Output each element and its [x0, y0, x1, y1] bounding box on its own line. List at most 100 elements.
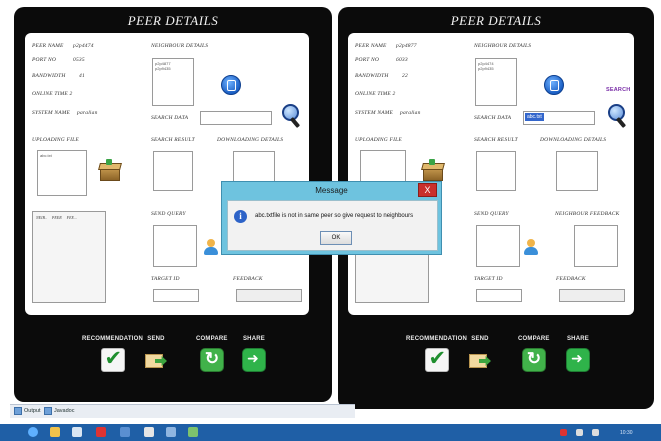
downloading-details-list[interactable] — [556, 151, 598, 191]
upload-box-icon[interactable] — [98, 159, 122, 181]
feedback-input[interactable] — [559, 289, 625, 302]
search-result-list[interactable] — [153, 151, 193, 191]
peer-name-value: p2p4474 — [73, 43, 94, 49]
network-icon[interactable] — [221, 75, 241, 95]
bandwidth-value: 22 — [402, 73, 408, 79]
dialog-body: i abc.txtfile is not in same peer so giv… — [227, 200, 438, 251]
table-header-cell[interactable]: NEIB.. — [36, 215, 47, 220]
clock[interactable]: 10:30 — [620, 430, 633, 436]
peer-details-panel: PEER NAME p2p4877 PORT NO 6033 BANDWIDTH… — [348, 33, 634, 315]
share-button[interactable]: SHARE — [242, 336, 266, 372]
search-data-input[interactable] — [200, 111, 272, 125]
online-time-label: ONLINE TIME 2 — [32, 91, 73, 97]
system-name-label: SYSTEM NAME — [32, 110, 71, 116]
users-icon[interactable] — [524, 237, 546, 259]
search-icon[interactable] — [606, 103, 628, 129]
share-label: SHARE — [566, 336, 589, 342]
compare-button[interactable]: COMPARE — [196, 336, 228, 372]
folder-icon[interactable] — [50, 427, 60, 437]
target-id-input[interactable] — [153, 289, 199, 302]
bandwidth-label: BANDWIDTH — [355, 73, 389, 79]
search-label[interactable]: SEARCH — [606, 87, 630, 93]
search-result-label: SEARCH RESULT — [474, 137, 518, 143]
send-button[interactable]: SEND — [145, 336, 167, 370]
network-tray-icon[interactable] — [576, 429, 583, 436]
javadoc-tab-label: Javadoc — [54, 408, 75, 414]
dialog-title: Message — [315, 186, 348, 195]
uploading-file-item[interactable]: abc.txt — [40, 153, 84, 158]
output-tab[interactable]: Output — [14, 407, 41, 415]
javadoc-tab[interactable]: Javadoc — [44, 407, 75, 415]
send-button[interactable]: SEND — [469, 336, 491, 370]
downloading-details-label: DOWNLOADING DETAILS — [217, 137, 284, 143]
close-button[interactable]: X — [418, 183, 437, 197]
send-label: SEND — [471, 336, 489, 342]
feedback-input[interactable] — [236, 289, 302, 302]
search-result-list[interactable] — [476, 151, 516, 191]
neighbour-details-label: NEIGHBOUR DETAILS — [474, 43, 532, 49]
bandwidth-value: 41 — [79, 73, 85, 79]
bandwidth-label: BANDWIDTH — [32, 73, 66, 79]
send-query-label: SEND QUERY — [151, 211, 186, 217]
target-id-label: TARGET ID — [151, 276, 180, 282]
uploading-file-list[interactable]: abc.txt — [37, 150, 87, 196]
output-icon — [14, 407, 22, 415]
upload-box-icon[interactable] — [421, 159, 445, 181]
refresh-icon — [521, 348, 546, 372]
search-data-value[interactable]: abc.txt — [525, 113, 544, 121]
checkmark-icon — [424, 346, 449, 372]
recommendation-button[interactable]: RECOMMENDATION — [406, 336, 467, 372]
send-query-input[interactable] — [476, 225, 520, 267]
neighbour-list[interactable]: p2p4474 p2p9435 — [475, 58, 517, 106]
app-icon[interactable] — [72, 427, 82, 437]
peer-name-label: PEER NAME — [355, 43, 387, 49]
share-button[interactable]: SHARE — [566, 336, 590, 372]
target-id-label: TARGET ID — [474, 276, 503, 282]
send-label: SEND — [147, 336, 165, 342]
flag-icon[interactable] — [560, 429, 567, 436]
ie-icon[interactable] — [28, 427, 38, 437]
port-no-value: 0535 — [73, 57, 85, 63]
online-time-label: ONLINE TIME 2 — [355, 91, 396, 97]
ok-button[interactable]: OK — [320, 231, 352, 245]
send-query-input[interactable] — [153, 225, 197, 267]
table-header-cell[interactable]: FEE... — [67, 215, 77, 220]
system-name-value: paralian — [77, 110, 98, 116]
share-arrow-icon — [242, 348, 266, 372]
neighbour-item[interactable]: p2p9435 — [478, 66, 514, 71]
feedback-label: FEEDBACK — [233, 276, 263, 282]
recommendation-button[interactable]: RECOMMENDATION — [82, 336, 143, 372]
recommendation-label: RECOMMENDATION — [82, 336, 144, 342]
program-icon[interactable] — [188, 427, 198, 437]
neighbour-item[interactable]: p2p9435 — [155, 66, 191, 71]
compare-button[interactable]: COMPARE — [518, 336, 550, 372]
window-title: PEER DETAILS — [127, 13, 219, 28]
neighbour-list[interactable]: p2p4877 p2p9435 — [152, 58, 194, 106]
window-icon[interactable] — [166, 427, 176, 437]
send-envelope-icon — [469, 348, 491, 370]
send-envelope-icon — [145, 348, 167, 370]
volume-icon[interactable] — [592, 429, 599, 436]
peer-details-panel: PEER NAME p2p4474 PORT NO 0535 BANDWIDTH… — [25, 33, 309, 315]
network-icon[interactable] — [544, 75, 564, 95]
target-id-input[interactable] — [476, 289, 522, 302]
javadoc-icon — [44, 407, 52, 415]
dialog-message: abc.txtfile is not in same peer so give … — [255, 213, 414, 219]
taskbar: 10:30 — [0, 424, 661, 441]
compare-label: COMPARE — [196, 336, 228, 342]
neighbour-details-label: NEIGHBOUR DETAILS — [151, 43, 209, 49]
recommendation-label: RECOMMENDATION — [406, 336, 468, 342]
message-dialog: Message X i abc.txtfile is not in same p… — [221, 181, 442, 255]
neighbour-table[interactable]: NEIB.. PEER FEE... — [32, 211, 106, 303]
neighbour-feedback-label: NEIGHBOUR FEEDBACK — [555, 211, 620, 217]
pdf-icon[interactable] — [96, 427, 106, 437]
neighbour-feedback-list[interactable] — [574, 225, 618, 267]
settings-icon[interactable] — [144, 427, 154, 437]
search-data-input[interactable]: abc.txt — [523, 111, 595, 125]
search-icon[interactable] — [280, 103, 302, 129]
window-title: PEER DETAILS — [450, 13, 542, 28]
peer-name-label: PEER NAME — [32, 43, 64, 49]
java-icon[interactable] — [120, 427, 130, 437]
table-header-cell[interactable]: PEER — [52, 215, 62, 220]
peer-name-value: p2p4877 — [396, 43, 417, 49]
